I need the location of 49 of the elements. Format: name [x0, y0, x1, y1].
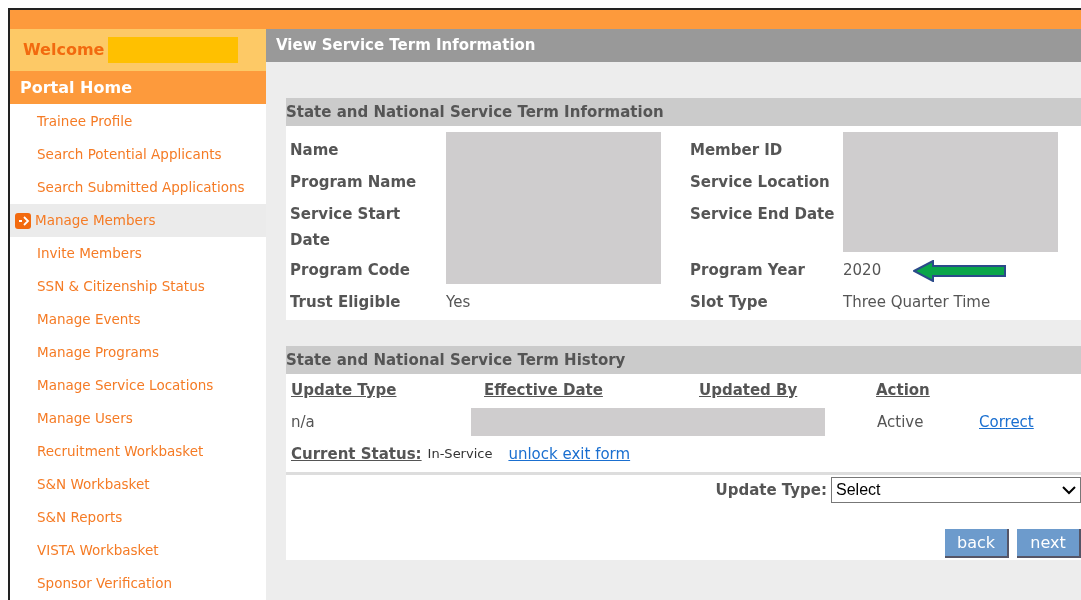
- chevron-icon: [1062, 485, 1076, 495]
- field-label: Service Start Date: [289, 204, 402, 251]
- status-value: In-Service: [427, 445, 493, 464]
- sidebar-item[interactable]: Recruitment Workbasket: [10, 435, 266, 468]
- sidebar-item[interactable]: S&N Workbasket: [10, 468, 266, 501]
- portal-home-link[interactable]: Portal Home: [10, 71, 266, 104]
- column-header: Effective Date: [484, 379, 604, 401]
- table-cell-text: n/a: [290, 411, 316, 433]
- field-label: Slot Type: [689, 292, 769, 313]
- field-label: Trust Eligible: [289, 292, 402, 313]
- section-heading: State and National Service Term History: [286, 346, 1081, 374]
- sidebar-item[interactable]: Manage Service Locations: [10, 369, 266, 402]
- sidebar-item[interactable]: Manage Users: [10, 402, 266, 435]
- field-label: Program Code: [289, 260, 412, 281]
- arrow-icon: [15, 212, 31, 229]
- field-value: Three Quarter Time: [843, 292, 991, 313]
- update-type-select[interactable]: Select: [831, 477, 1081, 503]
- field-label: Name: [289, 140, 340, 161]
- column-header: Action: [876, 379, 930, 401]
- sidebar-item[interactable]: Manage Programs: [10, 336, 266, 369]
- correct-link[interactable]: Correct: [979, 410, 1034, 434]
- sidebar-item[interactable]: Trainee Profile: [10, 105, 266, 138]
- status-label: Current Status:: [291, 443, 422, 465]
- field-value: 2020: [843, 260, 882, 281]
- sidebar-item[interactable]: Invite Members: [10, 237, 266, 270]
- welcome-label: Welcome: [23, 39, 105, 61]
- field-value: Yes: [446, 292, 471, 313]
- section-heading: State and National Service Term Information: [286, 98, 1081, 126]
- field-label: Service Location: [689, 172, 831, 193]
- page-header: View Service Term Information: [266, 29, 1081, 62]
- sidebar-item[interactable]: Manage Events: [10, 303, 266, 336]
- unlock-link[interactable]: unlock exit form: [508, 442, 631, 466]
- sidebar-item[interactable]: Manage Members: [10, 204, 266, 237]
- column-header: Updated By: [699, 379, 799, 401]
- sidebar-item[interactable]: Search Potential Applicants: [10, 138, 266, 171]
- sidebar-item[interactable]: VISTA Workbasket: [10, 534, 266, 567]
- sidebar-item[interactable]: Sponsor Verification: [10, 567, 266, 600]
- column-header: Update Type: [290, 379, 398, 401]
- back-button[interactable]: back: [945, 529, 1009, 558]
- update-type-label: Update Type:: [715, 479, 827, 501]
- field-label: Member ID: [689, 140, 784, 161]
- field-label: Program Name: [289, 172, 418, 193]
- sidebar-item[interactable]: Search Submitted Applications: [10, 171, 266, 204]
- sidebar-item[interactable]: S&N Reports: [10, 501, 266, 534]
- sidebar-item[interactable]: SSN & Citizenship Status: [10, 270, 266, 303]
- field-label: Service End Date: [689, 204, 836, 225]
- table-cell-text: Active: [877, 411, 925, 433]
- next-button[interactable]: next: [1017, 529, 1081, 558]
- field-label: Program Year: [689, 260, 806, 281]
